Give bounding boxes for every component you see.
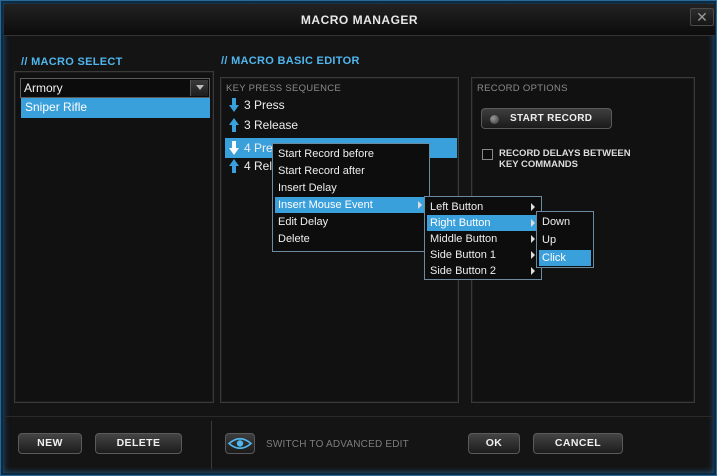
- record-delays-checkbox[interactable]: [482, 149, 493, 160]
- context-menu-item[interactable]: Start Record after: [275, 163, 427, 179]
- chevron-right-icon: [531, 235, 535, 243]
- context-menu-item[interactable]: Insert Delay: [275, 180, 427, 196]
- macro-select-panel: [14, 71, 214, 403]
- ok-button[interactable]: OK: [468, 433, 520, 454]
- macro-group-dropdown[interactable]: Armory: [20, 78, 210, 98]
- chevron-right-icon: [531, 203, 535, 211]
- arrow-down-icon: [229, 141, 239, 155]
- mouse-action-item[interactable]: Up: [539, 232, 591, 248]
- context-menu-item-label: Insert Mouse Event: [278, 199, 373, 211]
- mouse-button-item-label: Left Button: [430, 201, 484, 213]
- sequence-row-label: 3 Release: [244, 118, 299, 132]
- close-icon[interactable]: ✕: [690, 8, 714, 26]
- record-delays-label: RECORD DELAYS BETWEEN KEY COMMANDS: [499, 148, 631, 170]
- eye-icon: [227, 437, 253, 450]
- sequence-row[interactable]: 3 Release: [225, 115, 457, 135]
- sequence-row-label: 3 Press: [244, 98, 285, 112]
- context-menu-item-label: Edit Delay: [278, 216, 329, 228]
- mouse-action-item-label: Up: [542, 234, 557, 246]
- advanced-edit-label: SWITCH TO ADVANCED EDIT: [266, 439, 409, 450]
- mouse-button-item[interactable]: Side Button 2: [427, 263, 539, 279]
- cancel-button[interactable]: CANCEL: [533, 433, 623, 454]
- chevron-down-icon[interactable]: [190, 80, 208, 96]
- context-menu-item-label: Delete: [278, 233, 310, 245]
- chevron-right-icon: [531, 251, 535, 259]
- mouse-action-submenu: Down Up Click: [536, 211, 594, 268]
- start-record-button[interactable]: START RECORD: [481, 108, 612, 129]
- context-menu-item-label: Start Record after: [278, 165, 365, 177]
- mouse-button-item-label: Right Button: [430, 217, 491, 229]
- mouse-button-submenu: Left Button Right Button Middle Button Side…: [424, 196, 542, 280]
- context-menu-item[interactable]: Insert Mouse Event: [275, 197, 427, 213]
- context-menu-item[interactable]: Delete: [275, 231, 427, 247]
- record-dot-icon: [490, 115, 499, 124]
- mouse-button-item[interactable]: Left Button: [427, 199, 539, 215]
- context-menu-item-label: Insert Delay: [278, 182, 337, 194]
- mouse-button-item-label: Side Button 1: [430, 249, 497, 261]
- mouse-button-item[interactable]: Right Button: [427, 215, 539, 231]
- start-record-label: START RECORD: [510, 113, 593, 124]
- context-menu-item[interactable]: Edit Delay: [275, 214, 427, 230]
- bottom-divider: [5, 416, 714, 417]
- sequence-row-label: 4 Rel: [244, 159, 273, 173]
- mouse-action-item[interactable]: Click: [539, 250, 591, 266]
- new-button[interactable]: NEW: [18, 433, 82, 454]
- mouse-button-item-label: Side Button 2: [430, 265, 497, 277]
- mouse-action-item-label: Down: [542, 216, 571, 228]
- delete-button[interactable]: DELETE: [95, 433, 182, 454]
- chevron-right-icon: [531, 219, 535, 227]
- key-press-sequence-header: KEY PRESS SEQUENCE: [226, 83, 342, 94]
- arrow-down-icon: [229, 98, 239, 112]
- chevron-right-icon: [418, 201, 422, 209]
- chevron-right-icon: [531, 267, 535, 275]
- mouse-button-item-label: Middle Button: [430, 233, 498, 245]
- mouse-button-item[interactable]: Side Button 1: [427, 247, 539, 263]
- mouse-action-item[interactable]: Down: [539, 214, 591, 230]
- context-menu-item[interactable]: Start Record before: [275, 146, 427, 162]
- macro-manager-window: MACRO MANAGER ✕ // MACRO SELECT Armory S…: [0, 0, 717, 476]
- context-menu-item-label: Start Record before: [278, 148, 374, 160]
- mouse-action-item-label: Click: [542, 252, 566, 264]
- sequence-row-label: 4 Pre: [244, 141, 273, 155]
- arrow-up-icon: [229, 118, 239, 132]
- advanced-edit-toggle[interactable]: [225, 433, 255, 454]
- bottom-vertical-divider: [211, 421, 212, 469]
- window-title: MACRO MANAGER: [300, 13, 419, 27]
- record-options-header: RECORD OPTIONS: [477, 83, 568, 94]
- macro-list-item[interactable]: Sniper Rifle: [21, 98, 210, 118]
- title-bar: MACRO MANAGER ✕: [4, 4, 715, 36]
- macro-select-heading: // MACRO SELECT: [21, 56, 123, 68]
- sequence-row[interactable]: 3 Press: [225, 95, 457, 115]
- context-menu: Start Record before Start Record after Ins…: [272, 143, 430, 252]
- macro-group-value: Armory: [24, 81, 63, 95]
- arrow-up-icon: [229, 159, 239, 173]
- macro-basic-editor-heading: // MACRO BASIC EDITOR: [221, 55, 360, 67]
- mouse-button-item[interactable]: Middle Button: [427, 231, 539, 247]
